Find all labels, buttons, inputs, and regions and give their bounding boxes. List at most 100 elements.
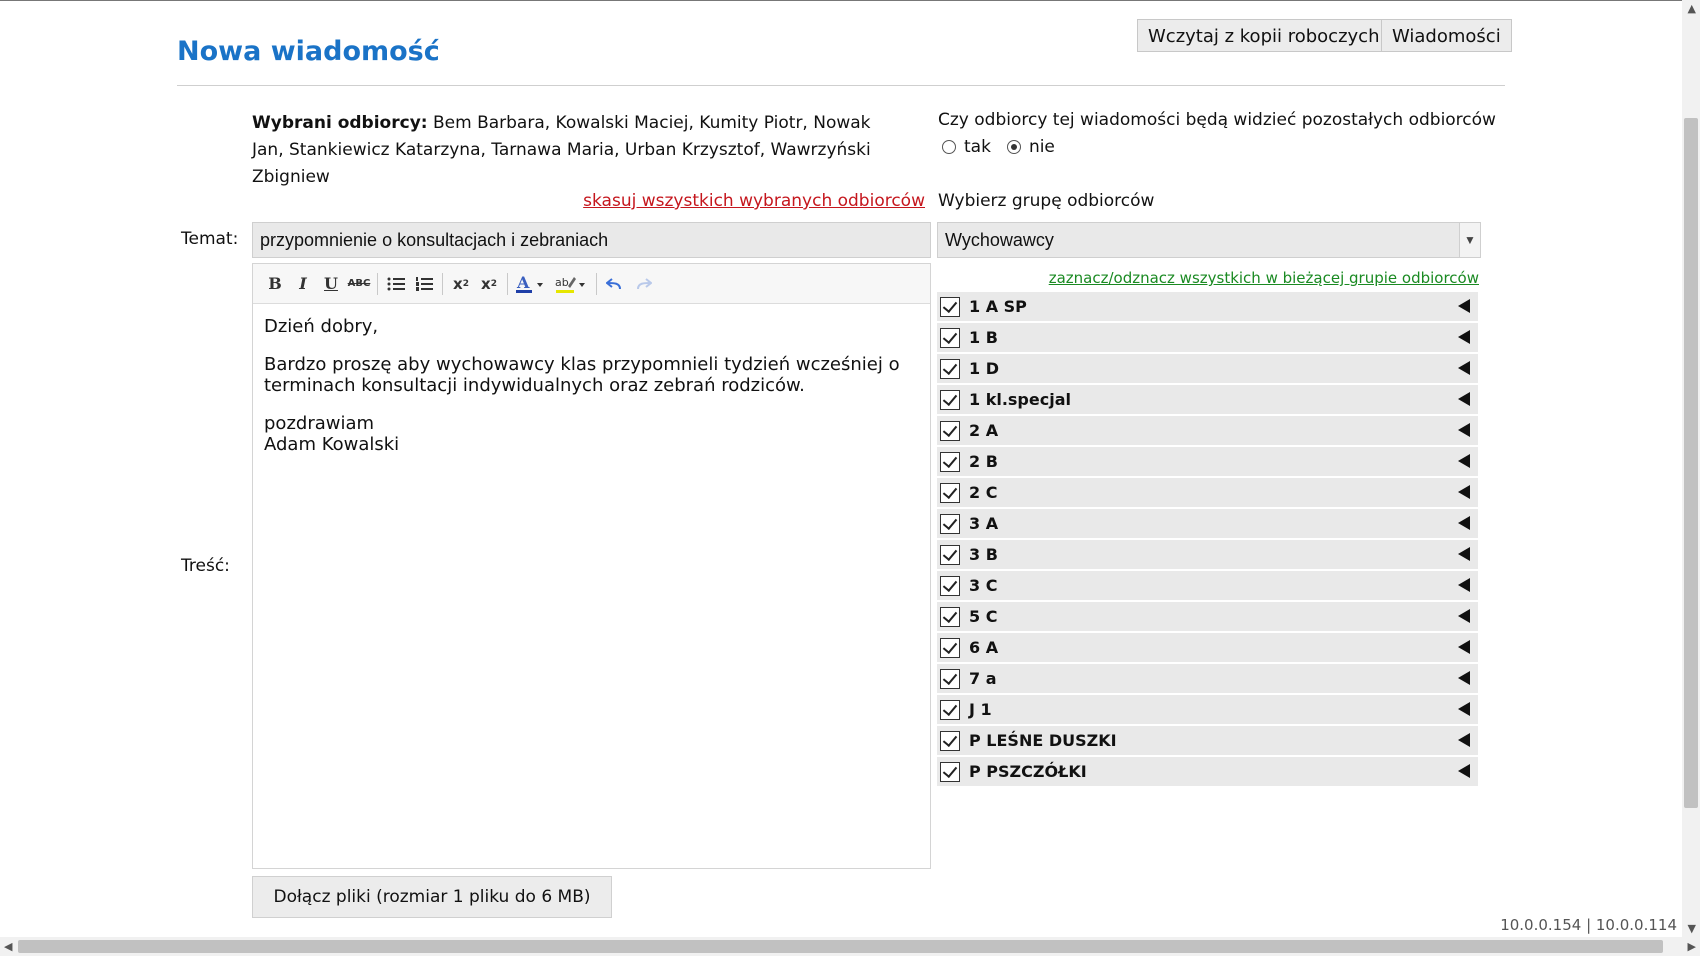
group-name: J 1: [969, 700, 992, 719]
expand-left-arrow-icon[interactable]: [1458, 423, 1470, 437]
group-row[interactable]: J 1: [937, 695, 1478, 726]
scroll-right-icon[interactable]: ▶: [1688, 940, 1696, 953]
expand-left-arrow-icon[interactable]: [1458, 330, 1470, 344]
undo-icon[interactable]: [601, 271, 629, 297]
expand-left-arrow-icon[interactable]: [1458, 764, 1470, 778]
group-name: 1 D: [969, 359, 999, 378]
body-label: Treść:: [181, 556, 230, 576]
group-row[interactable]: 3 A: [937, 509, 1478, 540]
group-row[interactable]: 5 C: [937, 602, 1478, 633]
expand-left-arrow-icon[interactable]: [1458, 392, 1470, 406]
group-checkbox[interactable]: [940, 296, 960, 317]
redo-icon[interactable]: [629, 271, 657, 297]
group-row[interactable]: 6 A: [937, 633, 1478, 664]
strikethrough-icon[interactable]: ABC: [345, 271, 373, 297]
horizontal-scrollbar[interactable]: ◀ ▶: [0, 937, 1700, 956]
group-row[interactable]: 1 kl.specjal: [937, 385, 1478, 416]
group-row[interactable]: 1 A SP: [937, 292, 1478, 323]
group-row[interactable]: P LEŚNE DUSZKI: [937, 726, 1478, 757]
bold-icon[interactable]: B: [261, 271, 289, 297]
group-name: 1 A SP: [969, 297, 1027, 316]
group-name: 5 C: [969, 607, 998, 626]
group-name: 2 A: [969, 421, 999, 440]
scroll-down-icon[interactable]: ▼: [1688, 922, 1696, 935]
expand-left-arrow-icon[interactable]: [1458, 578, 1470, 592]
version-info: 10.0.0.154 | 10.0.0.114: [1500, 916, 1677, 934]
toolbar-divider: [596, 272, 597, 295]
group-checkbox[interactable]: [940, 513, 960, 534]
group-select-label: Wybierz grupę odbiorców: [938, 191, 1155, 211]
vertical-scrollbar-thumb[interactable]: [1684, 118, 1698, 808]
scroll-left-icon[interactable]: ◀: [4, 940, 12, 953]
expand-left-arrow-icon[interactable]: [1458, 361, 1470, 375]
chevron-down-icon[interactable]: ▼: [1459, 223, 1480, 257]
load-drafts-button[interactable]: Wczytaj z kopii roboczych: [1137, 19, 1391, 52]
rich-text-editor[interactable]: B I U ABC x2 x2 A ab Dzień dobry, Bardzo…: [252, 263, 931, 869]
group-checkbox[interactable]: [940, 606, 960, 627]
group-row[interactable]: 2 C: [937, 478, 1478, 509]
group-checkbox[interactable]: [940, 482, 960, 503]
messages-button[interactable]: Wiadomości: [1381, 19, 1512, 52]
group-checkbox[interactable]: [940, 327, 960, 348]
group-row[interactable]: 1 B: [937, 323, 1478, 354]
expand-left-arrow-icon[interactable]: [1458, 516, 1470, 530]
highlight-color-icon[interactable]: ab: [552, 271, 592, 297]
italic-icon[interactable]: I: [289, 271, 317, 297]
recipients-visibility-options: tak nie: [942, 137, 1055, 157]
group-row[interactable]: 1 D: [937, 354, 1478, 385]
toolbar-divider: [377, 272, 378, 295]
editor-content[interactable]: Dzień dobry, Bardzo proszę aby wychowawc…: [253, 304, 930, 467]
group-checkbox[interactable]: [940, 699, 960, 720]
subject-label: Temat:: [181, 229, 239, 249]
group-row[interactable]: 3 C: [937, 571, 1478, 602]
recipient-group-list: 1 A SP 1 B 1 D 1 kl.specjal 2 A 2 B 2 C 3 A 3 B 3…: [937, 292, 1478, 788]
expand-left-arrow-icon[interactable]: [1458, 640, 1470, 654]
horizontal-scrollbar-thumb[interactable]: [18, 940, 1663, 953]
visibility-no-radio[interactable]: [1006, 140, 1021, 154]
group-checkbox[interactable]: [940, 761, 960, 782]
underline-icon[interactable]: U: [317, 271, 345, 297]
recipient-group-select-value: Wychowawcy: [945, 230, 1054, 250]
group-row[interactable]: 7 a: [937, 664, 1478, 695]
message-greeting: Dzień dobry,: [264, 316, 379, 337]
group-checkbox[interactable]: [940, 637, 960, 658]
expand-left-arrow-icon[interactable]: [1458, 454, 1470, 468]
numbered-list-icon[interactable]: [410, 271, 438, 297]
group-row[interactable]: 2 A: [937, 416, 1478, 447]
expand-left-arrow-icon[interactable]: [1458, 671, 1470, 685]
group-checkbox[interactable]: [940, 575, 960, 596]
expand-left-arrow-icon[interactable]: [1458, 299, 1470, 313]
expand-left-arrow-icon[interactable]: [1458, 485, 1470, 499]
toolbar-divider: [507, 272, 508, 295]
expand-left-arrow-icon[interactable]: [1458, 733, 1470, 747]
group-row[interactable]: 3 B: [937, 540, 1478, 571]
group-row[interactable]: 2 B: [937, 447, 1478, 478]
vertical-scrollbar[interactable]: ▲ ▼: [1682, 0, 1700, 937]
group-checkbox[interactable]: [940, 420, 960, 441]
group-checkbox[interactable]: [940, 358, 960, 379]
group-checkbox[interactable]: [940, 389, 960, 410]
superscript-icon[interactable]: x2: [475, 271, 503, 297]
visibility-yes-radio[interactable]: [942, 140, 956, 154]
scroll-up-icon[interactable]: ▲: [1688, 2, 1696, 15]
group-name: 3 B: [969, 545, 998, 564]
group-name: 1 B: [969, 328, 998, 347]
toggle-all-group-link[interactable]: zaznacz/odznacz wszystkich w bieżącej gr…: [1049, 269, 1479, 287]
group-checkbox[interactable]: [940, 668, 960, 689]
title-divider: [177, 85, 1505, 86]
subscript-icon[interactable]: x2: [447, 271, 475, 297]
svg-text:A: A: [516, 274, 530, 292]
subject-input[interactable]: przypomnienie o konsultacjach i zebrania…: [252, 222, 931, 258]
group-checkbox[interactable]: [940, 544, 960, 565]
recipient-group-select[interactable]: Wychowawcy ▼: [937, 222, 1481, 258]
expand-left-arrow-icon[interactable]: [1458, 702, 1470, 716]
expand-left-arrow-icon[interactable]: [1458, 547, 1470, 561]
group-checkbox[interactable]: [940, 451, 960, 472]
expand-left-arrow-icon[interactable]: [1458, 609, 1470, 623]
attach-files-button[interactable]: Dołącz pliki (rozmiar 1 pliku do 6 MB): [252, 876, 612, 918]
group-checkbox[interactable]: [940, 730, 960, 751]
bullet-list-icon[interactable]: [382, 271, 410, 297]
text-color-icon[interactable]: A: [512, 271, 552, 297]
group-row[interactable]: P PSZCZÓŁKI: [937, 757, 1478, 788]
delete-all-recipients-link[interactable]: skasuj wszystkich wybranych odbiorców: [583, 191, 925, 211]
